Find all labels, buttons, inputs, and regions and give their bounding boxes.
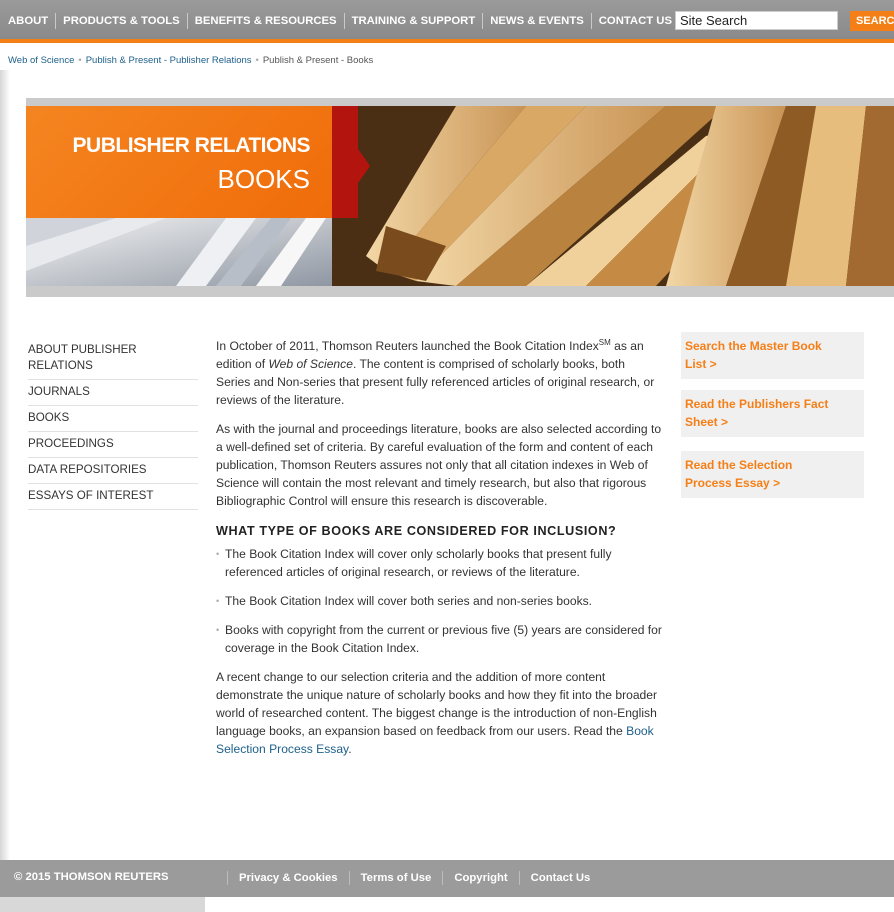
publishers-fact-sheet-box: Read the Publishers Fact Sheet > [681, 390, 864, 437]
copyright-notice: © 2015 THOMSON REUTERS [14, 871, 169, 883]
footer-copyright-link[interactable]: Copyright [454, 872, 507, 884]
top-nav-items: ABOUT PRODUCTS & TOOLS BENEFITS & RESOUR… [8, 13, 687, 29]
banner-subtitle: BOOKS [217, 164, 310, 194]
breadcrumb-current: Publish & Present - Books [262, 55, 374, 66]
list-item: • Books with copyright from the current o… [216, 621, 662, 657]
footer-contact-us-link[interactable]: Contact Us [531, 872, 591, 884]
nav-separator [590, 13, 592, 29]
footer-tab [0, 897, 205, 912]
nav-products-tools[interactable]: PRODUCTS & TOOLS [63, 15, 180, 27]
footer-separator [518, 871, 520, 885]
nav-news-events[interactable]: NEWS & EVENTS [490, 15, 584, 27]
nav-separator [55, 13, 57, 29]
hero-banner: PUBLISHER RELATIONS BOOKS [26, 98, 894, 297]
page-edge-shade [0, 70, 10, 860]
bullet-icon: • [216, 625, 220, 635]
nav-training-support[interactable]: TRAINING & SUPPORT [352, 15, 476, 27]
section-nav-about-publisher-relations[interactable]: ABOUT PUBLISHER RELATIONS [28, 342, 198, 380]
intro-paragraph: In October of 2011, Thomson Reuters laun… [216, 337, 662, 409]
breadcrumb-web-of-science[interactable]: Web of Science [8, 55, 74, 66]
selection-process-essay-link[interactable]: Read the Selection Process Essay > [685, 456, 835, 492]
section-nav-proceedings[interactable]: PROCEEDINGS [28, 432, 198, 458]
footer-separator [348, 871, 350, 885]
banner-arrow-accent [356, 146, 370, 186]
footer-links: Privacy & Cookies Terms of Use Copyright… [216, 871, 590, 885]
list-item: • The Book Citation Index will cover only… [216, 545, 662, 581]
web-of-science-name: Web of Science [268, 357, 353, 371]
section-nav-essays-of-interest[interactable]: ESSAYS OF INTEREST [28, 484, 198, 510]
criteria-paragraph: As with the journal and proceedings lite… [216, 422, 662, 508]
list-item: • The Book Citation Index will cover both… [216, 592, 662, 610]
top-navigation-bar: ABOUT PRODUCTS & TOOLS BENEFITS & RESOUR… [0, 0, 894, 43]
section-nav-books[interactable]: BOOKS [28, 406, 198, 432]
closing-paragraph: A recent change to our selection criteri… [216, 668, 662, 758]
nav-about[interactable]: ABOUT [8, 15, 48, 27]
nav-benefits-resources[interactable]: BENEFITS & RESOURCES [195, 15, 337, 27]
service-mark: SM [598, 337, 611, 347]
list-item-text: The Book Citation Index will cover only … [225, 547, 612, 579]
site-search-input[interactable] [675, 11, 838, 30]
selection-process-essay-box: Read the Selection Process Essay > [681, 451, 864, 498]
closing-text: . [348, 742, 352, 756]
footer-separator [442, 871, 444, 885]
footer-privacy-cookies-link[interactable]: Privacy & Cookies [239, 872, 338, 884]
banner-top-strip [26, 98, 894, 106]
list-item-text: Books with copyright from the current or… [225, 623, 662, 655]
breadcrumb-publisher-relations[interactable]: Publish & Present - Publisher Relations [86, 55, 252, 66]
breadcrumb: Web of Science • Publish & Present - Publi… [8, 55, 373, 66]
footer: © 2015 THOMSON REUTERS Privacy & Cookies… [0, 860, 894, 897]
banner-title-panel: PUBLISHER RELATIONS BOOKS [26, 106, 332, 218]
bullet-icon: • [216, 596, 220, 606]
banner-bottom-strip [26, 286, 894, 297]
breadcrumb-separator: • [78, 55, 82, 66]
bullet-icon: • [216, 549, 220, 559]
nav-separator [343, 13, 345, 29]
footer-separator [227, 871, 228, 885]
section-heading: WHAT TYPE OF BOOKS ARE CONSIDERED FOR IN… [216, 524, 617, 538]
search-master-book-list-link[interactable]: Search the Master Book List > [685, 337, 835, 373]
section-nav-data-repositories[interactable]: DATA REPOSITORIES [28, 458, 198, 484]
banner-title: PUBLISHER RELATIONS [72, 134, 311, 157]
publishers-fact-sheet-link[interactable]: Read the Publishers Fact Sheet > [685, 395, 835, 431]
closing-text: A recent change to our selection criteri… [216, 670, 658, 738]
nav-contact-us[interactable]: CONTACT US [599, 15, 672, 27]
criteria-list: • The Book Citation Index will cover only… [216, 545, 662, 657]
section-nav-journals[interactable]: JOURNALS [28, 380, 198, 406]
intro-text: In October of 2011, Thomson Reuters laun… [216, 339, 599, 353]
banner-red-accent [332, 106, 358, 218]
list-item-text: The Book Citation Index will cover both … [225, 594, 593, 608]
main-content: In October of 2011, Thomson Reuters laun… [216, 337, 662, 769]
bottom-strip [205, 897, 894, 912]
master-book-list-box: Search the Master Book List > [681, 332, 864, 379]
section-nav: ABOUT PUBLISHER RELATIONS JOURNALS BOOKS… [28, 342, 198, 510]
breadcrumb-separator: • [255, 55, 259, 66]
footer-terms-of-use-link[interactable]: Terms of Use [361, 872, 432, 884]
search-button[interactable]: SEARCH [850, 11, 894, 31]
nav-separator [186, 13, 188, 29]
nav-separator [482, 13, 484, 29]
